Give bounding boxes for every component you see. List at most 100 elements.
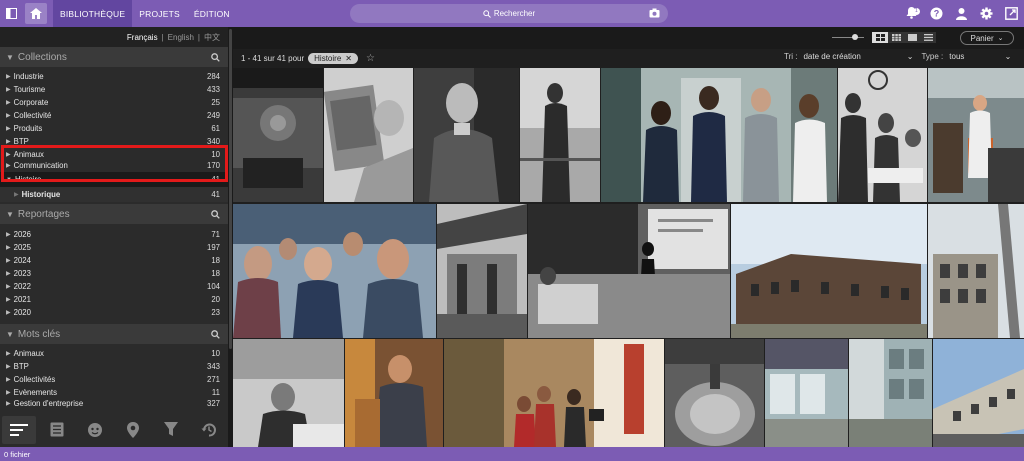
photo-thumbnail[interactable] xyxy=(928,68,1024,202)
search-placeholder: Rechercher xyxy=(493,9,536,18)
top-bar: BIBLIOTHÈQUE PROJETS ÉDITION Rechercher … xyxy=(0,0,1024,27)
search-icon[interactable] xyxy=(211,329,220,339)
svg-text:?: ? xyxy=(934,9,940,19)
photo-thumbnail[interactable] xyxy=(849,339,932,447)
search-icon[interactable] xyxy=(211,209,220,219)
search-icon xyxy=(483,9,491,18)
lang-zh[interactable]: 中文 xyxy=(204,32,220,43)
history-icon[interactable] xyxy=(192,416,226,444)
photo-thumbnail[interactable] xyxy=(444,339,664,447)
collection-item-animaux[interactable]: ▶ Animaux 10 xyxy=(0,148,228,161)
collection-item-historique[interactable]: ▶ Historique 41 xyxy=(0,187,228,202)
home-icon xyxy=(30,8,42,19)
view-mode-switcher xyxy=(872,32,936,43)
photo-thumbnail[interactable] xyxy=(528,204,730,338)
keywords-header[interactable]: ▼ Mots clés xyxy=(0,324,228,344)
reportage-item-2025[interactable]: ▶ 2025 197 xyxy=(0,241,228,254)
star-icon[interactable]: ☆ xyxy=(366,53,375,64)
zoom-slider-handle[interactable] xyxy=(852,34,858,40)
reportage-item-2021[interactable]: ▶ 2021 20 xyxy=(0,293,228,306)
photo-thumbnail[interactable] xyxy=(345,339,443,447)
keyword-item-evenements[interactable]: ▶ Evènements 11 xyxy=(0,386,228,399)
reportage-item-2022[interactable]: ▶ 2022 104 xyxy=(0,280,228,293)
main-content: Panier ⌄ 1 - 41 sur 41 pour Histoire ✕ ☆… xyxy=(233,27,1024,447)
photo-grid xyxy=(233,68,1024,447)
user-icon[interactable] xyxy=(955,7,968,20)
keyword-item-animaux[interactable]: ▶ Animaux 10 xyxy=(0,347,228,360)
type-select[interactable]: tous ⌄ xyxy=(949,52,1011,61)
photo-thumbnail[interactable] xyxy=(765,339,848,447)
photo-thumbnail[interactable] xyxy=(928,204,1024,338)
photo-thumbnail[interactable] xyxy=(233,339,344,447)
photo-thumbnail[interactable] xyxy=(838,68,927,202)
notification-badge: 1 xyxy=(913,8,920,15)
collection-item-collectivite[interactable]: ▶ Collectivité 249 xyxy=(0,109,228,122)
grid-small-icon[interactable] xyxy=(904,32,920,43)
reportage-item-2020[interactable]: ▶ 2020 23 xyxy=(0,306,228,319)
lang-fr[interactable]: Français xyxy=(127,33,158,42)
keyword-item-collectivites[interactable]: ▶ Collectivités 271 xyxy=(0,373,228,386)
bell-icon[interactable]: 1 xyxy=(905,6,920,21)
reportage-item-2026[interactable]: ▶ 2026 71 xyxy=(0,228,228,241)
keyword-item-gestion[interactable]: ▶ Gestion d'entreprise 327 xyxy=(0,399,228,408)
zoom-slider[interactable] xyxy=(832,37,864,38)
collection-item-communication[interactable]: ▶ Communication 170 xyxy=(0,161,228,169)
export-icon[interactable] xyxy=(1005,7,1018,20)
sort-select[interactable]: date de création ⌄ xyxy=(803,52,913,61)
photo-thumbnail[interactable] xyxy=(520,68,600,202)
sidebar-bottom-nav xyxy=(0,412,228,447)
cart-label: Panier xyxy=(970,33,994,43)
keyword-item-btp[interactable]: ▶ BTP 343 xyxy=(0,360,228,373)
grid-large-icon[interactable] xyxy=(872,32,888,43)
gear-icon[interactable] xyxy=(980,7,993,20)
home-button[interactable] xyxy=(25,3,47,24)
photo-thumbnail[interactable] xyxy=(731,204,927,338)
photo-thumbnail[interactable] xyxy=(233,204,436,338)
cart-dropdown[interactable]: Panier ⌄ xyxy=(960,31,1014,45)
face-icon[interactable] xyxy=(78,416,112,444)
reportages-header[interactable]: ▼ Reportages xyxy=(0,204,228,224)
list-icon[interactable] xyxy=(920,32,936,43)
document-icon[interactable] xyxy=(40,416,74,444)
photo-thumbnail[interactable] xyxy=(601,68,837,202)
collection-item-histoire[interactable]: ▼ Histoire 41 xyxy=(0,172,228,187)
photo-thumbnail[interactable] xyxy=(324,68,413,202)
lang-en[interactable]: English xyxy=(168,33,194,42)
collection-item-produits[interactable]: ▶ Produits 61 xyxy=(0,122,228,135)
search-input[interactable]: Rechercher xyxy=(350,4,668,23)
help-icon[interactable]: ? xyxy=(930,7,943,20)
app-window: BIBLIOTHÈQUE PROJETS ÉDITION Rechercher … xyxy=(0,0,1024,461)
map-pin-icon[interactable] xyxy=(116,416,150,444)
filter-icon[interactable] xyxy=(154,416,188,444)
language-switcher: Français | English | 中文 xyxy=(0,27,228,47)
camera-icon[interactable] xyxy=(649,8,660,18)
result-count: 1 - 41 sur 41 pour xyxy=(241,53,305,63)
reportage-item-2024[interactable]: ▶ 2024 18 xyxy=(0,254,228,267)
reportages-list: ▶ 2026 71 ▶ 2025 197 ▶ 2024 18 ▶ 2023 18 ▶ 2022 10… xyxy=(0,224,228,319)
photo-thumbnail[interactable] xyxy=(233,68,323,202)
photo-thumbnail[interactable] xyxy=(665,339,764,447)
photo-thumbnail[interactable] xyxy=(933,339,1024,447)
collection-item-tourisme[interactable]: ▶ Tourisme 433 xyxy=(0,83,228,96)
tab-projets[interactable]: PROJETS xyxy=(132,0,187,27)
status-bar: 0 fichier xyxy=(0,447,1024,461)
reportage-item-2023[interactable]: ▶ 2023 18 xyxy=(0,267,228,280)
search-icon[interactable] xyxy=(211,52,220,62)
collections-header[interactable]: ▼ Collections xyxy=(0,47,228,67)
collections-list: ▶ Industrie 284 ▶ Tourisme 433 ▶ Corporate 25 … xyxy=(0,67,228,202)
collections-title: Collections xyxy=(17,51,67,63)
collection-item-corporate[interactable]: ▶ Corporate 25 xyxy=(0,96,228,109)
close-icon[interactable]: ✕ xyxy=(345,54,352,63)
collapse-triangle-icon: ▼ xyxy=(6,329,14,339)
sidebar-toggle-icon[interactable] xyxy=(0,0,22,27)
chevron-down-icon: ⌄ xyxy=(1004,52,1012,61)
photo-thumbnail[interactable] xyxy=(414,68,519,202)
filter-chip-histoire[interactable]: Histoire ✕ xyxy=(308,52,358,64)
tab-bibliotheque[interactable]: BIBLIOTHÈQUE xyxy=(53,0,133,27)
collection-item-industrie[interactable]: ▶ Industrie 284 xyxy=(0,70,228,83)
photo-thumbnail[interactable] xyxy=(437,204,527,338)
list-view-icon[interactable] xyxy=(2,415,36,444)
collection-item-btp[interactable]: ▶ BTP 340 xyxy=(0,135,228,148)
tab-edition[interactable]: ÉDITION xyxy=(187,0,237,27)
grid-medium-icon[interactable] xyxy=(888,32,904,43)
